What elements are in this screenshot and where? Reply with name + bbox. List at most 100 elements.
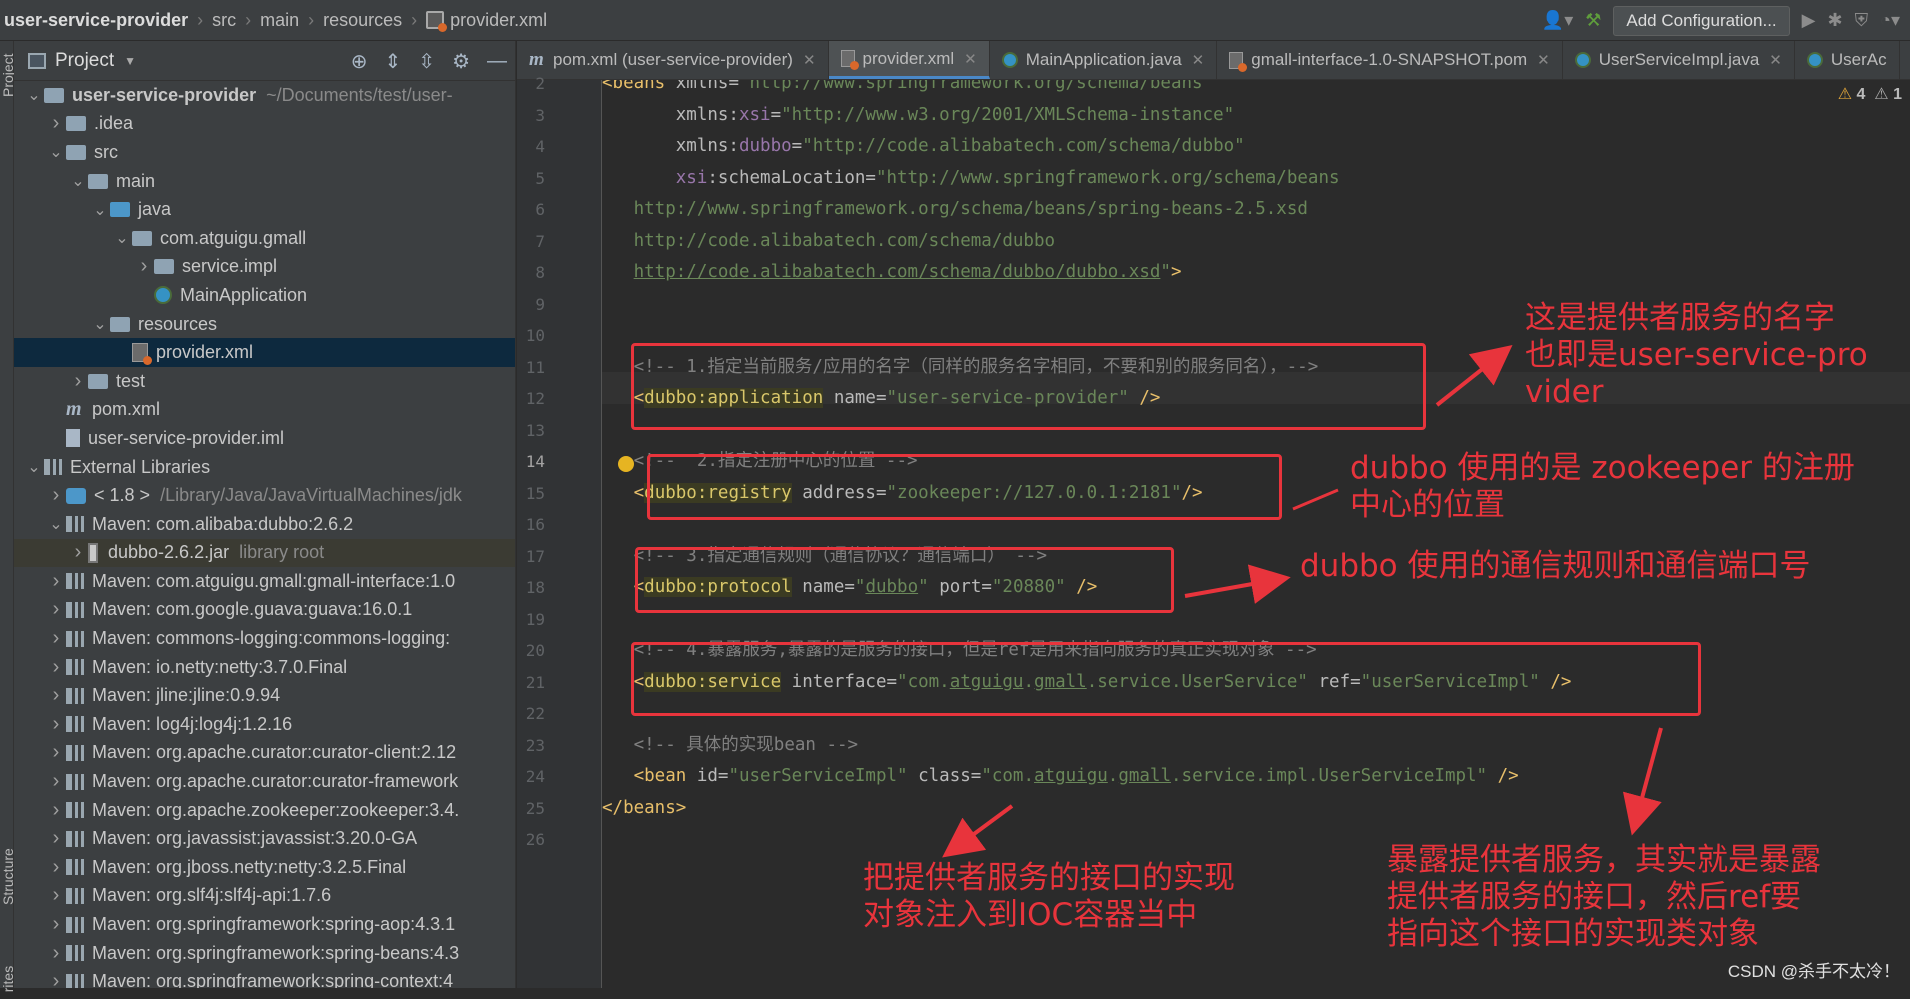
chevron-right-icon[interactable]: › [46, 770, 66, 793]
chevron-down-icon[interactable]: ⌄ [68, 171, 88, 191]
tree-item[interactable]: mpom.xml [14, 396, 516, 425]
tree-item[interactable]: ›Maven: org.slf4j:slf4j-api:1.7.6 [14, 882, 516, 911]
chevron-down-icon[interactable]: ⌄ [46, 142, 66, 162]
code-token: </beans> [602, 798, 686, 818]
tree-item[interactable]: ⌄user-service-provider~/Documents/test/u… [14, 81, 516, 110]
tree-item[interactable]: ›Maven: org.javassist:javassist:3.20.0-G… [14, 824, 516, 853]
chevron-right-icon[interactable]: › [46, 856, 66, 879]
chevron-right-icon[interactable]: › [46, 799, 66, 822]
tree-item[interactable]: ⌄External Libraries [14, 453, 516, 482]
chevron-right-icon[interactable]: › [46, 713, 66, 736]
close-icon[interactable]: ✕ [803, 51, 816, 69]
chevron-down-icon[interactable]: ⌄ [112, 228, 132, 248]
user-icon[interactable]: 👤▾ [1542, 5, 1573, 36]
tree-item[interactable]: ›.idea [14, 110, 516, 139]
chevron-down-icon[interactable]: ▼ [124, 54, 136, 68]
coverage-icon[interactable]: ⛨ [1855, 5, 1869, 36]
chevron-right-icon[interactable]: › [46, 884, 66, 907]
breadcrumb-resources[interactable]: resources [323, 10, 402, 31]
chevron-right-icon[interactable]: › [46, 913, 66, 936]
tree-item[interactable]: ⌄main [14, 167, 516, 196]
profile-icon[interactable]: ◔▾ [1880, 5, 1900, 36]
chevron-right-icon[interactable]: › [134, 255, 154, 278]
gear-icon[interactable]: ⚙ [452, 49, 470, 74]
breadcrumb-project[interactable]: user-service-provider [4, 10, 188, 31]
chevron-right-icon[interactable]: › [46, 484, 66, 507]
breadcrumb-main[interactable]: main [260, 10, 299, 31]
hammer-build-icon[interactable]: ⚒ [1585, 5, 1601, 36]
breadcrumb-file[interactable]: provider.xml [450, 10, 547, 31]
editor-tab[interactable]: UserAc [1795, 41, 1900, 79]
code-token: dubbo [739, 136, 792, 156]
project-view-selector[interactable]: Project [55, 50, 114, 72]
tree-item[interactable]: ›Maven: org.springframework:spring-beans… [14, 939, 516, 968]
breadcrumb-src[interactable]: src [212, 10, 236, 31]
chevron-down-icon[interactable]: ⌄ [90, 200, 110, 220]
editor-tab[interactable]: MainApplication.java✕ [990, 41, 1218, 79]
code-token: class= [908, 766, 982, 786]
tree-item[interactable]: ›Maven: io.netty:netty:3.7.0.Final [14, 653, 516, 682]
tree-item[interactable]: ›Maven: org.springframework:spring-conte… [14, 967, 516, 988]
add-configuration-button[interactable]: Add Configuration... [1613, 6, 1789, 36]
chevron-right-icon[interactable]: › [46, 827, 66, 850]
class-icon [1002, 52, 1018, 68]
debug-icon[interactable]: ✱ [1827, 5, 1842, 36]
tree-item[interactable]: ›dubbo-2.6.2.jarlibrary root [14, 539, 516, 568]
tree-item[interactable]: ›< 1.8 >/Library/Java/JavaVirtualMachine… [14, 481, 516, 510]
tree-item[interactable]: ⌄src [14, 138, 516, 167]
tree-item[interactable]: ⌄Maven: com.alibaba:dubbo:2.6.2 [14, 510, 516, 539]
tree-item[interactable]: ›service.impl [14, 253, 516, 282]
library-icon [66, 716, 84, 732]
expand-all-icon[interactable]: ⇕ [385, 49, 402, 74]
chevron-right-icon[interactable]: › [46, 112, 66, 135]
chevron-right-icon[interactable]: › [46, 741, 66, 764]
chevron-right-icon[interactable]: › [46, 656, 66, 679]
chevron-right-icon[interactable]: › [46, 570, 66, 593]
run-icon[interactable]: ▶ [1802, 5, 1816, 36]
chevron-down-icon[interactable]: ⌄ [46, 514, 66, 534]
tree-item[interactable]: ›Maven: org.apache.zookeeper:zookeeper:3… [14, 796, 516, 825]
tree-item[interactable]: ›Maven: log4j:log4j:1.2.16 [14, 710, 516, 739]
locate-icon[interactable]: ⊕ [351, 49, 368, 74]
tree-item[interactable]: MainApplication [14, 281, 516, 310]
editor-tab[interactable]: mpom.xml (user-service-provider)✕ [517, 41, 829, 79]
tree-item[interactable]: ›test [14, 367, 516, 396]
tree-item[interactable]: ›Maven: com.google.guava:guava:16.0.1 [14, 596, 516, 625]
code-line: xmlns:dubbo="http://code.alibabatech.com… [602, 131, 1245, 163]
collapse-all-icon[interactable]: ⇳ [418, 49, 435, 74]
lightbulb-icon[interactable] [618, 456, 634, 472]
chevron-down-icon[interactable]: ⌄ [24, 457, 44, 477]
close-icon[interactable]: ✕ [1537, 51, 1550, 69]
tree-item[interactable]: ⌄com.atguigu.gmall [14, 224, 516, 253]
chevron-right-icon[interactable]: › [46, 598, 66, 621]
chevron-down-icon[interactable]: ⌄ [24, 85, 44, 105]
tree-item[interactable]: user-service-provider.iml [14, 424, 516, 453]
chevron-down-icon[interactable]: ⌄ [90, 314, 110, 334]
tree-item[interactable]: ›Maven: org.apache.curator:curator-frame… [14, 767, 516, 796]
chevron-right-icon: › [197, 10, 203, 31]
tree-item[interactable]: ›Maven: com.atguigu.gmall:gmall-interfac… [14, 567, 516, 596]
tree-item[interactable]: ›Maven: org.jboss.netty:netty:3.2.5.Fina… [14, 853, 516, 882]
tree-item[interactable]: ⌄resources [14, 310, 516, 339]
chevron-right-icon[interactable]: › [68, 370, 88, 393]
editor-tab[interactable]: UserServiceImpl.java✕ [1563, 41, 1795, 79]
chevron-right-icon[interactable]: › [68, 541, 88, 564]
chevron-right-icon[interactable]: › [46, 970, 66, 988]
tree-item[interactable]: ›Maven: jline:jline:0.9.94 [14, 681, 516, 710]
tree-item[interactable]: ›Maven: org.springframework:spring-aop:4… [14, 910, 516, 939]
tree-item[interactable]: ›Maven: commons-logging:commons-logging: [14, 624, 516, 653]
close-icon[interactable]: ✕ [1769, 51, 1782, 69]
tree-item[interactable]: provider.xml [14, 338, 516, 367]
code-line: <bean id="userServiceImpl" class="com.at… [602, 761, 1519, 793]
hide-icon[interactable]: — [487, 50, 507, 73]
editor-tab[interactable]: provider.xml✕ [829, 41, 990, 79]
chevron-right-icon[interactable]: › [46, 684, 66, 707]
chevron-right-icon[interactable]: › [46, 942, 66, 965]
chevron-right-icon[interactable]: › [46, 627, 66, 650]
editor-tab[interactable]: gmall-interface-1.0-SNAPSHOT.pom✕ [1217, 41, 1562, 79]
tree-item[interactable]: ⌄java [14, 195, 516, 224]
close-icon[interactable]: ✕ [964, 50, 977, 68]
close-icon[interactable]: ✕ [1192, 51, 1205, 69]
tree-item[interactable]: ›Maven: org.apache.curator:curator-clien… [14, 739, 516, 768]
inspection-widget[interactable]: ⚠ 4 ⚠ 1 [1838, 84, 1902, 104]
